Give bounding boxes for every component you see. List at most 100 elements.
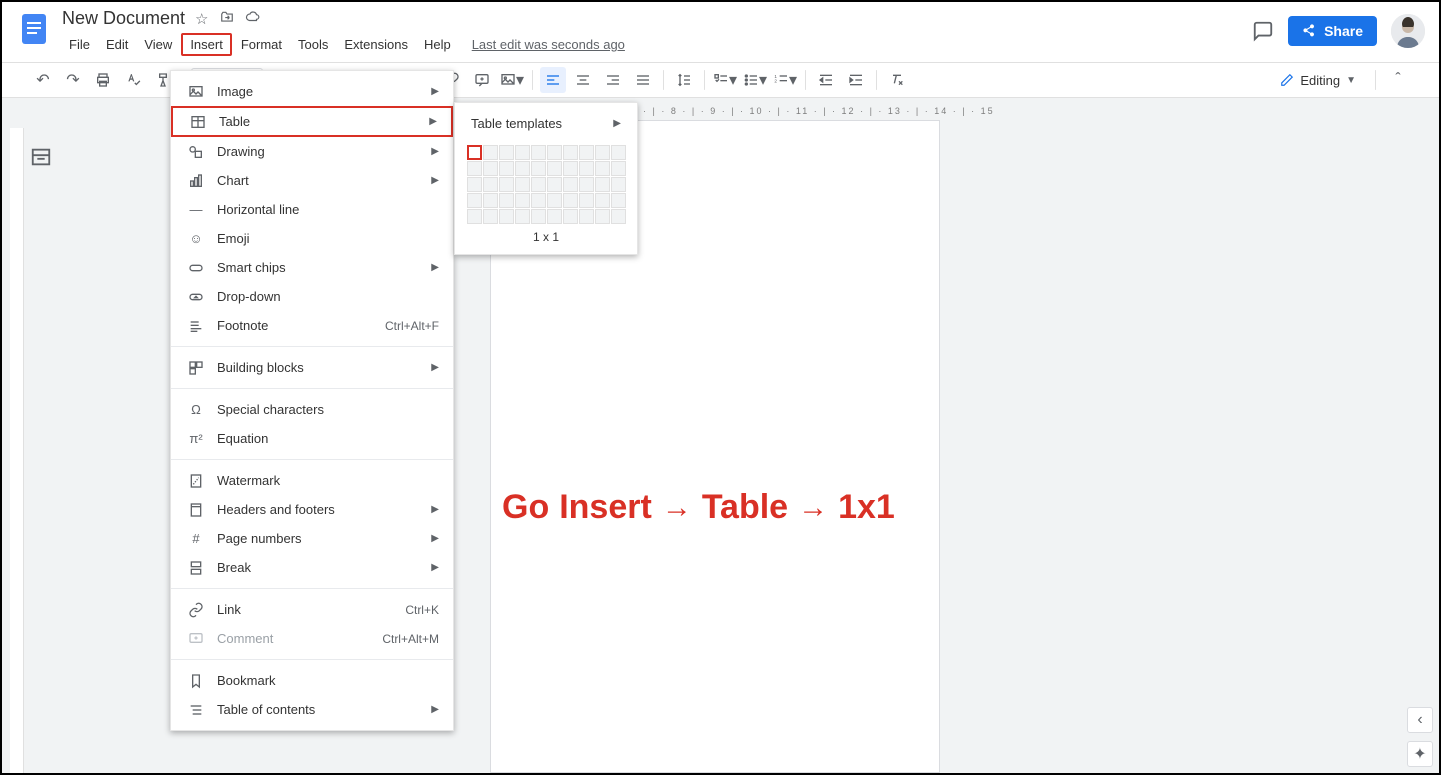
table-grid-cell[interactable] (515, 145, 530, 160)
table-grid-cell[interactable] (515, 161, 530, 176)
align-left-button[interactable] (540, 67, 566, 93)
share-button[interactable]: Share (1288, 16, 1377, 46)
table-grid-cell[interactable] (547, 145, 562, 160)
table-grid-cell[interactable] (563, 145, 578, 160)
table-grid-cell[interactable] (547, 177, 562, 192)
table-size-grid[interactable] (467, 145, 625, 224)
insert-toc-item[interactable]: Table of contents▶ (171, 695, 453, 724)
table-grid-cell[interactable] (547, 193, 562, 208)
insert-watermark-item[interactable]: Watermark (171, 466, 453, 495)
insert-table-item[interactable]: Table▶ (171, 106, 453, 137)
table-grid-cell[interactable] (467, 209, 482, 224)
explore-button[interactable]: ✦ (1407, 741, 1433, 767)
table-grid-cell[interactable] (531, 209, 546, 224)
insert-special-chars-item[interactable]: ΩSpecial characters (171, 395, 453, 424)
collapse-toolbar-button[interactable]: ˆ (1385, 67, 1411, 93)
table-grid-cell[interactable] (499, 193, 514, 208)
align-right-button[interactable] (600, 67, 626, 93)
menu-view[interactable]: View (137, 35, 179, 54)
indent-decrease-button[interactable] (813, 67, 839, 93)
table-grid-cell[interactable] (531, 177, 546, 192)
table-grid-cell[interactable] (595, 209, 610, 224)
insert-chart-item[interactable]: Chart▶ (171, 166, 453, 195)
outline-toggle-icon[interactable] (30, 146, 52, 164)
table-grid-cell[interactable] (499, 177, 514, 192)
checklist-button[interactable]: ▾ (712, 67, 738, 93)
table-grid-cell[interactable] (595, 193, 610, 208)
docs-logo[interactable] (16, 10, 52, 46)
redo-button[interactable]: ↷ (60, 67, 86, 93)
table-grid-cell[interactable] (467, 145, 482, 160)
table-grid-cell[interactable] (531, 145, 546, 160)
menu-insert[interactable]: Insert (181, 33, 232, 56)
table-grid-cell[interactable] (467, 193, 482, 208)
table-grid-cell[interactable] (595, 177, 610, 192)
table-grid-cell[interactable] (611, 161, 626, 176)
table-grid-cell[interactable] (515, 209, 530, 224)
side-panel-toggle[interactable]: ‹ (1407, 707, 1433, 733)
editing-mode-button[interactable]: Editing ▼ (1270, 69, 1366, 92)
table-grid-cell[interactable] (595, 161, 610, 176)
table-grid-cell[interactable] (611, 193, 626, 208)
account-avatar[interactable] (1391, 14, 1425, 48)
table-grid-cell[interactable] (547, 161, 562, 176)
insert-footnote-item[interactable]: FootnoteCtrl+Alt+F (171, 311, 453, 340)
table-grid-cell[interactable] (499, 161, 514, 176)
table-grid-cell[interactable] (611, 145, 626, 160)
menu-file[interactable]: File (62, 35, 97, 54)
table-grid-cell[interactable] (563, 177, 578, 192)
menu-tools[interactable]: Tools (291, 35, 335, 54)
table-grid-cell[interactable] (499, 209, 514, 224)
insert-break-item[interactable]: Break▶ (171, 553, 453, 582)
insert-bookmark-item[interactable]: Bookmark (171, 666, 453, 695)
print-button[interactable] (90, 67, 116, 93)
table-grid-cell[interactable] (531, 161, 546, 176)
undo-button[interactable]: ↶ (30, 67, 56, 93)
insert-image-item[interactable]: Image▶ (171, 77, 453, 106)
table-grid-cell[interactable] (579, 177, 594, 192)
table-grid-cell[interactable] (579, 145, 594, 160)
table-grid-cell[interactable] (467, 161, 482, 176)
insert-dropdown-item[interactable]: Drop-down (171, 282, 453, 311)
table-grid-cell[interactable] (499, 145, 514, 160)
menu-extensions[interactable]: Extensions (337, 35, 415, 54)
star-icon[interactable]: ☆ (195, 10, 208, 28)
table-grid-cell[interactable] (515, 177, 530, 192)
move-icon[interactable] (219, 10, 235, 28)
insert-link-item[interactable]: LinkCtrl+K (171, 595, 453, 624)
table-grid-cell[interactable] (515, 193, 530, 208)
table-grid-cell[interactable] (579, 193, 594, 208)
insert-image-button[interactable]: ▾ (499, 67, 525, 93)
menu-format[interactable]: Format (234, 35, 289, 54)
table-grid-cell[interactable] (563, 193, 578, 208)
menu-edit[interactable]: Edit (99, 35, 135, 54)
insert-equation-item[interactable]: π²Equation (171, 424, 453, 453)
insert-page-numbers-item[interactable]: #Page numbers▶ (171, 524, 453, 553)
table-grid-cell[interactable] (547, 209, 562, 224)
table-grid-cell[interactable] (611, 209, 626, 224)
document-title[interactable]: New Document (62, 8, 185, 29)
add-comment-button[interactable] (469, 67, 495, 93)
insert-smart-chips-item[interactable]: Smart chips▶ (171, 253, 453, 282)
table-grid-cell[interactable] (483, 161, 498, 176)
table-grid-cell[interactable] (611, 177, 626, 192)
table-grid-cell[interactable] (579, 209, 594, 224)
align-center-button[interactable] (570, 67, 596, 93)
cloud-status-icon[interactable] (245, 10, 261, 28)
insert-headers-item[interactable]: Headers and footers▶ (171, 495, 453, 524)
table-grid-cell[interactable] (563, 161, 578, 176)
table-grid-cell[interactable] (483, 209, 498, 224)
table-grid-cell[interactable] (595, 145, 610, 160)
table-grid-cell[interactable] (579, 161, 594, 176)
table-grid-cell[interactable] (563, 209, 578, 224)
insert-hr-item[interactable]: —Horizontal line (171, 195, 453, 224)
table-grid-cell[interactable] (483, 193, 498, 208)
last-edit-link[interactable]: Last edit was seconds ago (472, 37, 625, 52)
clear-formatting-button[interactable] (884, 67, 910, 93)
comments-icon[interactable] (1252, 20, 1274, 42)
align-justify-button[interactable] (630, 67, 656, 93)
spellcheck-button[interactable] (120, 67, 146, 93)
table-grid-cell[interactable] (467, 177, 482, 192)
table-grid-cell[interactable] (531, 193, 546, 208)
line-spacing-button[interactable] (671, 67, 697, 93)
